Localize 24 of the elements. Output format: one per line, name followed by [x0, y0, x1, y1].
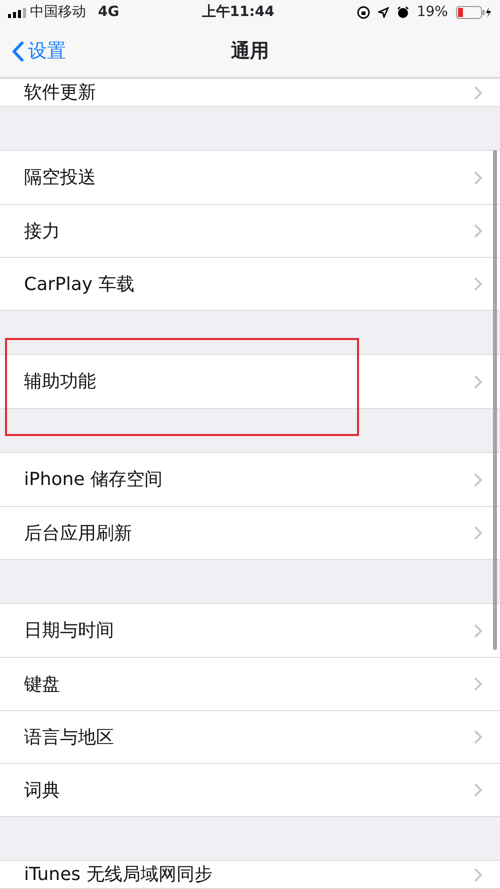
chevron-icon — [474, 224, 482, 238]
signal-icon — [8, 8, 26, 18]
network-type: 4G — [98, 3, 120, 22]
back-button[interactable]: 设置 — [0, 24, 66, 78]
chevron-icon — [474, 730, 482, 744]
chevron-icon — [474, 86, 482, 100]
location-icon — [378, 7, 389, 18]
status-time: 上午11:44 — [200, 3, 276, 22]
alarm-icon — [396, 6, 409, 19]
chevron-icon — [474, 526, 482, 540]
battery-percent: 19% — [416, 3, 448, 22]
chevron-icon — [474, 472, 482, 486]
chevron-icon — [474, 783, 482, 797]
chevron-icon — [474, 170, 482, 184]
chevron-icon — [12, 40, 24, 62]
rotation-lock-icon — [356, 6, 370, 19]
chevron-icon — [474, 677, 482, 691]
page-title: 通用 — [231, 39, 269, 64]
chevron-icon — [474, 277, 482, 291]
chevron-icon — [474, 374, 482, 388]
carrier-name: 中国移动 — [30, 3, 86, 22]
chevron-icon — [474, 624, 482, 638]
battery-charging-icon — [456, 6, 492, 19]
chevron-icon — [474, 868, 482, 882]
